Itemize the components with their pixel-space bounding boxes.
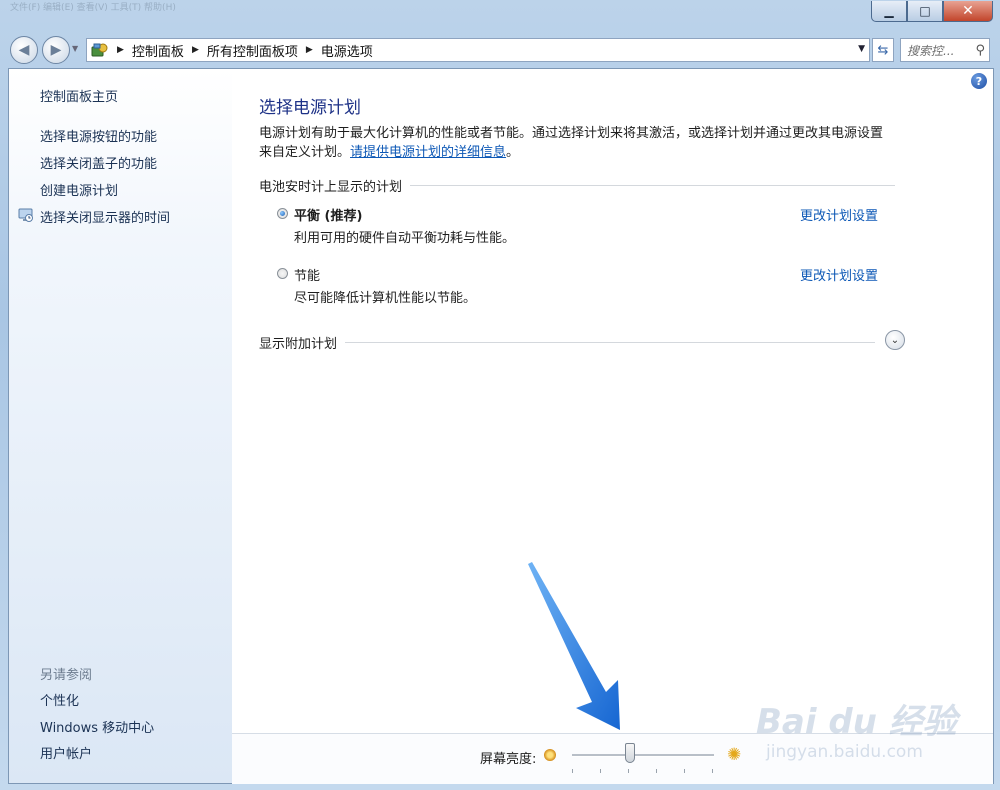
minimize-icon: ▁ [884,4,894,18]
address-bar[interactable]: ▶ 控制面板 ▶ 所有控制面板项 ▶ 电源选项 ▼ [86,38,870,62]
brightness-slider-ticks [572,769,714,773]
group-divider [345,342,876,343]
sidebar-item-create-plan[interactable]: 创建电源计划 [40,180,118,199]
plan-radio[interactable] [277,268,288,279]
sidebar: 控制面板主页 选择电源按钮的功能 选择关闭盖子的功能 创建电源计划 选择关闭显示… [9,69,232,783]
description-line-1: 电源计划有助于最大化计算机的性能或者节能。通过选择计划来将其激活，或选择计划并通… [259,126,884,141]
sidebar-item-home[interactable]: 控制面板主页 [40,86,118,105]
search-icon[interactable]: ⚲ [969,43,989,58]
main-pane: ? 选择电源计划 电源计划有助于最大化计算机的性能或者节能。通过选择计划来将其激… [232,69,993,733]
close-icon: ✕ [962,3,974,19]
breadcrumb-separator-icon[interactable]: ▶ [306,45,313,55]
bright-brightness-icon: ✺ [727,745,742,765]
help-icon[interactable]: ? [971,73,987,89]
content-area: 控制面板主页 选择电源按钮的功能 选择关闭盖子的功能 创建电源计划 选择关闭显示… [8,68,994,784]
sidebar-item-user-accounts[interactable]: 用户帐户 [40,743,92,762]
back-arrow-icon: ◀ [18,42,30,58]
brightness-slider-track[interactable] [572,754,714,757]
sidebar-item-mobility-center[interactable]: Windows 移动中心 [40,717,154,736]
description-line-2: 来自定义计划。 [259,145,351,160]
forward-arrow-icon: ▶ [50,42,62,58]
breadcrumb-all-items[interactable]: 所有控制面板项 [207,41,298,60]
close-button[interactable]: ✕ [943,1,993,22]
plan-name[interactable]: 节能 [294,265,320,284]
breadcrumb-separator-icon: ▶ [117,45,124,55]
plans-group-header: 电池安时计上显示的计划 [259,176,896,195]
plans-group-title: 电池安时计上显示的计划 [259,180,403,195]
plan-description: 尽可能降低计算机性能以节能。 [294,291,477,306]
plan-details-link[interactable]: 请提供电源计划的详细信息 [350,145,506,160]
back-button[interactable]: ◀ [10,36,38,64]
blurred-menu-strip: 文件(F) 编辑(E) 查看(V) 工具(T) 帮助(H) [10,3,176,12]
search-input[interactable]: 搜索控... ⚲ [900,38,990,62]
navigation-bar: ◀ ▶ ▼ ▶ 控制面板 ▶ 所有控制面板项 ▶ 电源选项 ▼ ⇆ 搜索控...… [8,36,992,64]
minimize-button[interactable]: ▁ [871,1,907,22]
page-title: 选择电源计划 [259,98,361,118]
additional-plans-label[interactable]: 显示附加计划 [259,333,337,352]
plan-description: 利用可用的硬件自动平衡功耗与性能。 [294,231,516,246]
window-frame: 文件(F) 编辑(E) 查看(V) 工具(T) 帮助(H) ▁ □ ✕ ◀ ▶ … [0,0,1000,790]
brightness-bar: 屏幕亮度: ✺ [232,733,993,784]
plan-radio-selected[interactable] [277,208,288,219]
sidebar-item-personalization[interactable]: 个性化 [40,690,79,709]
group-divider [410,185,896,186]
refresh-button[interactable]: ⇆ [872,38,894,62]
search-placeholder: 搜索控... [907,43,955,58]
sidebar-item-display-off[interactable]: 选择关闭显示器的时间 [40,207,170,226]
refresh-icon: ⇆ [877,42,889,58]
see-also-heading: 另请参阅 [40,668,93,683]
breadcrumb-power-options[interactable]: 电源选项 [321,41,373,60]
brightness-label: 屏幕亮度: [480,752,537,767]
breadcrumb-control-panel[interactable]: 控制面板 [132,41,184,60]
change-plan-settings-link[interactable]: 更改计划设置 [800,205,878,224]
recent-pages-button[interactable]: ▼ [72,44,78,53]
additional-plans-header[interactable]: 显示附加计划 [259,333,876,352]
control-panel-icon [91,43,108,57]
caption-buttons: ▁ □ ✕ [871,1,993,22]
address-dropdown-icon[interactable]: ▼ [858,44,865,54]
sidebar-item-power-button[interactable]: 选择电源按钮的功能 [40,126,157,145]
dim-brightness-icon [544,749,556,761]
page-description: 电源计划有助于最大化计算机的性能或者节能。通过选择计划来将其激活，或选择计划并通… [259,124,909,162]
breadcrumb-separator-icon[interactable]: ▶ [192,45,199,55]
monitor-icon [18,208,33,222]
brightness-slider-thumb[interactable] [625,743,636,763]
sidebar-item-lid-close[interactable]: 选择关闭盖子的功能 [40,153,157,172]
maximize-icon: □ [919,4,931,18]
description-suffix: 。 [506,145,520,160]
expand-chevron-icon[interactable]: ⌄ [885,330,905,350]
change-plan-settings-link[interactable]: 更改计划设置 [800,265,878,284]
forward-button[interactable]: ▶ [42,36,70,64]
plan-name[interactable]: 平衡 (推荐) [294,205,362,224]
maximize-button[interactable]: □ [907,1,943,22]
